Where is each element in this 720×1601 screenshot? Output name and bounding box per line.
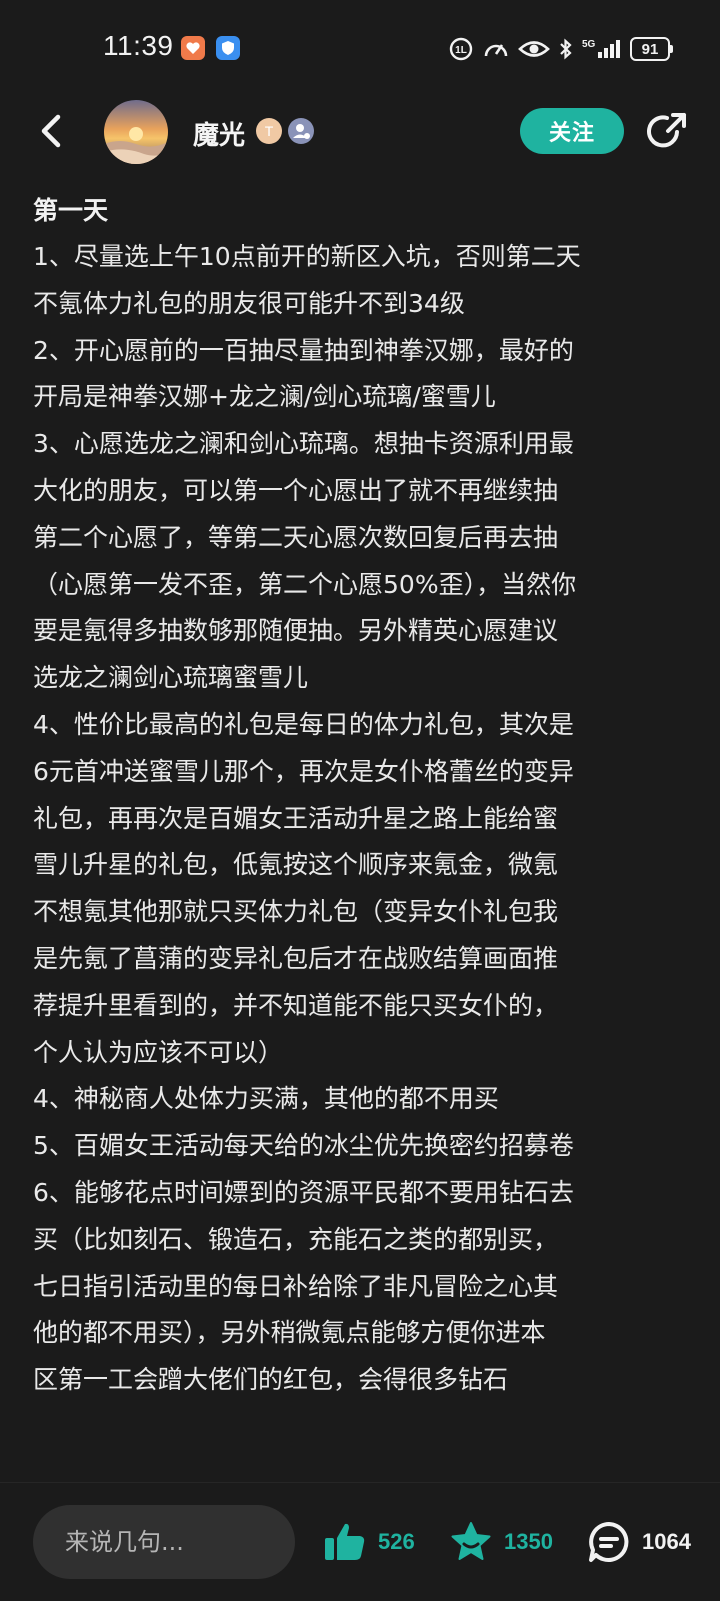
status-time: 11:39 bbox=[103, 30, 174, 61]
star-icon bbox=[451, 1522, 491, 1560]
article-line: 七日指引活动里的每日补给除了非凡冒险之心其 bbox=[33, 1271, 559, 1301]
article-line: 3、心愿选龙之澜和剑心琉璃。想抽卡资源利用最 bbox=[33, 429, 574, 459]
article-line: 选龙之澜剑心琉璃蜜雪儿 bbox=[33, 663, 309, 693]
article-line: 4、性价比最高的礼包是每日的体力礼包，其次是 bbox=[33, 709, 574, 739]
health-app-icon bbox=[181, 36, 205, 60]
follow-button[interactable]: 关注 bbox=[520, 108, 624, 154]
chevron-left-icon bbox=[41, 114, 61, 148]
article-line: 礼包，再再次是百媚女王活动升星之路上能给蜜 bbox=[33, 803, 559, 833]
post-body: 第一天 1、尽量选上午10点前开的新区入坑，否则第二天 不氪体力礼包的朋友很可能… bbox=[33, 188, 693, 1404]
username[interactable]: 魔光 bbox=[193, 115, 245, 152]
article-line: 要是氪得多抽数够那随便抽。另外精英心愿建议 bbox=[33, 616, 559, 646]
back-button[interactable] bbox=[30, 109, 74, 153]
favorite-button[interactable]: 1350 bbox=[448, 1519, 553, 1565]
like-button[interactable]: 526 bbox=[322, 1519, 415, 1565]
article-line: 不氪体力礼包的朋友很可能升不到34级 bbox=[33, 288, 465, 318]
favorite-count: 1350 bbox=[504, 1529, 553, 1554]
article-line: 2、开心愿前的一百抽尽量抽到神拳汉娜，最好的 bbox=[33, 335, 574, 365]
article-line: 4、神秘商人处体力买满，其他的都不用买 bbox=[33, 1084, 499, 1114]
article-line: 6元首冲送蜜雪儿那个，再次是女仆格蕾丝的变异 bbox=[33, 756, 574, 786]
like-count: 526 bbox=[378, 1529, 415, 1554]
battery-indicator: 91 bbox=[630, 37, 673, 61]
share-icon bbox=[647, 113, 686, 148]
article-line: 个人认为应该不可以） bbox=[33, 1037, 284, 1067]
article-line: 区第一工会蹭大佬们的红包，会得很多钻石 bbox=[33, 1365, 509, 1395]
comment-count: 1064 bbox=[642, 1529, 691, 1554]
article-line: 大化的朋友，可以第一个心愿出了就不再继续抽 bbox=[33, 475, 559, 505]
article-line: 是先氪了菖蒲的变异礼包后才在战败结算画面推 bbox=[33, 943, 559, 973]
avatar[interactable] bbox=[104, 100, 168, 164]
signal-5g-icon: 5G bbox=[582, 39, 620, 58]
article-line: 1、尽量选上午10点前开的新区入坑，否则第二天 bbox=[33, 242, 581, 271]
level-badge: T bbox=[256, 118, 282, 144]
article-line: 他的都不用买），另外稍微氪点能够方便你进本 bbox=[33, 1318, 546, 1348]
status-bar: 11:39 1L 5G 91 bbox=[0, 0, 720, 100]
eye-comfort-icon bbox=[518, 41, 550, 57]
verified-user-icon bbox=[288, 118, 314, 144]
security-app-icon bbox=[216, 36, 240, 60]
article-line: 5、百媚女王活动每天给的冰尘优先换密约招募卷 bbox=[33, 1131, 574, 1161]
bottom-action-bar: 来说几句... 526 1350 1064 bbox=[0, 1482, 720, 1601]
comment-bubble-icon bbox=[589, 1522, 629, 1562]
svg-text:5G: 5G bbox=[582, 39, 596, 50]
data-saver-icon: 1L bbox=[449, 37, 473, 61]
article-line: 第二个心愿了，等第二天心愿次数回复后再去抽 bbox=[33, 522, 559, 552]
article-line: 6、能够花点时间嫖到的资源平民都不要用钻石去 bbox=[33, 1177, 574, 1207]
article-line: （心愿第一发不歪，第二个心愿50%歪），当然你 bbox=[33, 569, 577, 599]
article-line: 雪儿升星的礼包，低氪按这个顺序来氪金，微氪 bbox=[33, 850, 559, 880]
share-button[interactable] bbox=[644, 109, 690, 155]
comment-input[interactable]: 来说几句... bbox=[33, 1505, 295, 1579]
article-heading: 第一天 bbox=[33, 196, 109, 225]
article-line: 开局是神拳汉娜+龙之澜/剑心琉璃/蜜雪儿 bbox=[33, 382, 496, 412]
comment-button[interactable]: 1064 bbox=[586, 1519, 691, 1565]
thumbs-up-icon bbox=[325, 1523, 365, 1560]
status-icons: 1L 5G 91 bbox=[448, 34, 673, 64]
article-line: 买（比如刻石、锻造石，充能石之类的都别买， bbox=[33, 1224, 559, 1254]
bluetooth-icon bbox=[560, 38, 572, 60]
post-header: 魔光 T 关注 bbox=[0, 95, 720, 171]
speedometer-icon bbox=[484, 44, 508, 57]
article-line: 荐提升里看到的，并不知道能不能只买女仆的， bbox=[33, 990, 559, 1020]
article-line: 不想氪其他那就只买体力礼包（变异女仆礼包我 bbox=[33, 897, 559, 927]
svg-text:1L: 1L bbox=[455, 45, 467, 56]
